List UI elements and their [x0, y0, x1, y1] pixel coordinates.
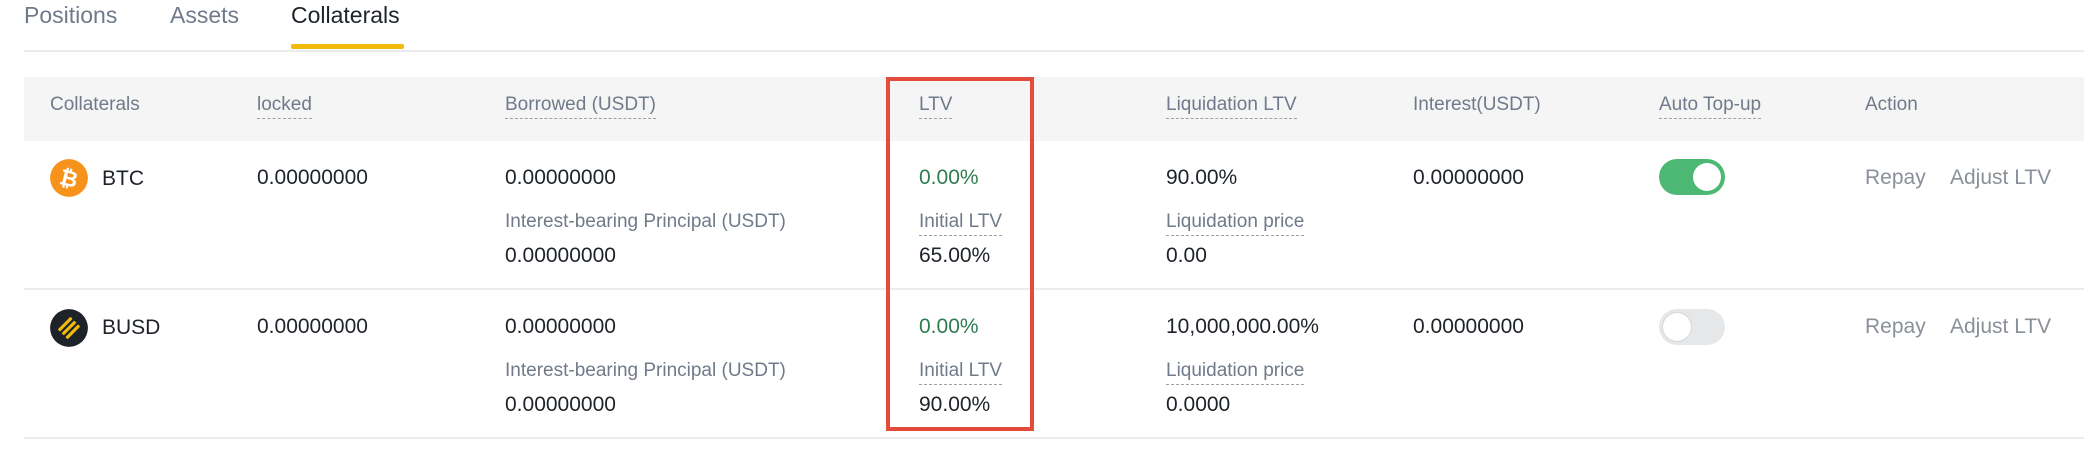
liquidation-price-value: 0.00 [1166, 244, 1207, 267]
locked-value: 0.00000000 [257, 315, 368, 338]
adjust-ltv-button[interactable]: Adjust LTV [1950, 166, 2051, 190]
principal-value: 0.00000000 [505, 393, 616, 416]
header-liquidation-ltv: Liquidation LTV [1166, 94, 1297, 119]
header-auto-topup: Auto Top-up [1659, 94, 1762, 119]
ltv-highlight-box [886, 77, 1034, 431]
busd-icon [50, 309, 88, 347]
liquidation-price-label: Liquidation price [1166, 211, 1305, 236]
interest-value: 0.00000000 [1413, 315, 1524, 338]
tab-collaterals[interactable]: Collaterals [291, 2, 400, 29]
header-locked: locked [257, 94, 312, 119]
row-divider [24, 437, 2084, 439]
repay-button[interactable]: Repay [1865, 315, 1926, 339]
header-collaterals: Collaterals [50, 94, 140, 115]
header-action: Action [1865, 94, 1918, 115]
locked-value: 0.00000000 [257, 166, 368, 189]
coin-name: BTC [102, 167, 144, 190]
toggle-knob [1693, 163, 1721, 191]
auto-topup-toggle[interactable] [1659, 309, 1725, 345]
interest-value: 0.00000000 [1413, 166, 1524, 189]
header-interest: Interest(USDT) [1413, 94, 1541, 115]
table-header [24, 77, 2084, 141]
bitcoin-icon: ₿ [50, 159, 88, 197]
header-borrowed: Borrowed (USDT) [505, 94, 656, 119]
row-divider [24, 288, 2084, 290]
tab-assets[interactable]: Assets [170, 2, 239, 29]
liquidation-ltv-value: 90.00% [1166, 166, 1238, 189]
toggle-knob [1663, 313, 1691, 341]
auto-topup-toggle[interactable] [1659, 159, 1725, 195]
liquidation-price-value: 0.0000 [1166, 393, 1231, 416]
liquidation-price-label: Liquidation price [1166, 360, 1305, 385]
liquidation-ltv-value: 10,000,000.00% [1166, 315, 1319, 338]
repay-button[interactable]: Repay [1865, 166, 1926, 190]
borrowed-value: 0.00000000 [505, 315, 616, 338]
borrowed-value: 0.00000000 [505, 166, 616, 189]
active-tab-indicator [291, 44, 404, 49]
tab-positions[interactable]: Positions [24, 2, 117, 29]
principal-value: 0.00000000 [505, 244, 616, 267]
principal-label: Interest-bearing Principal (USDT) [505, 360, 786, 381]
adjust-ltv-button[interactable]: Adjust LTV [1950, 315, 2051, 339]
principal-label: Interest-bearing Principal (USDT) [505, 211, 786, 232]
coin-name: BUSD [102, 316, 161, 339]
